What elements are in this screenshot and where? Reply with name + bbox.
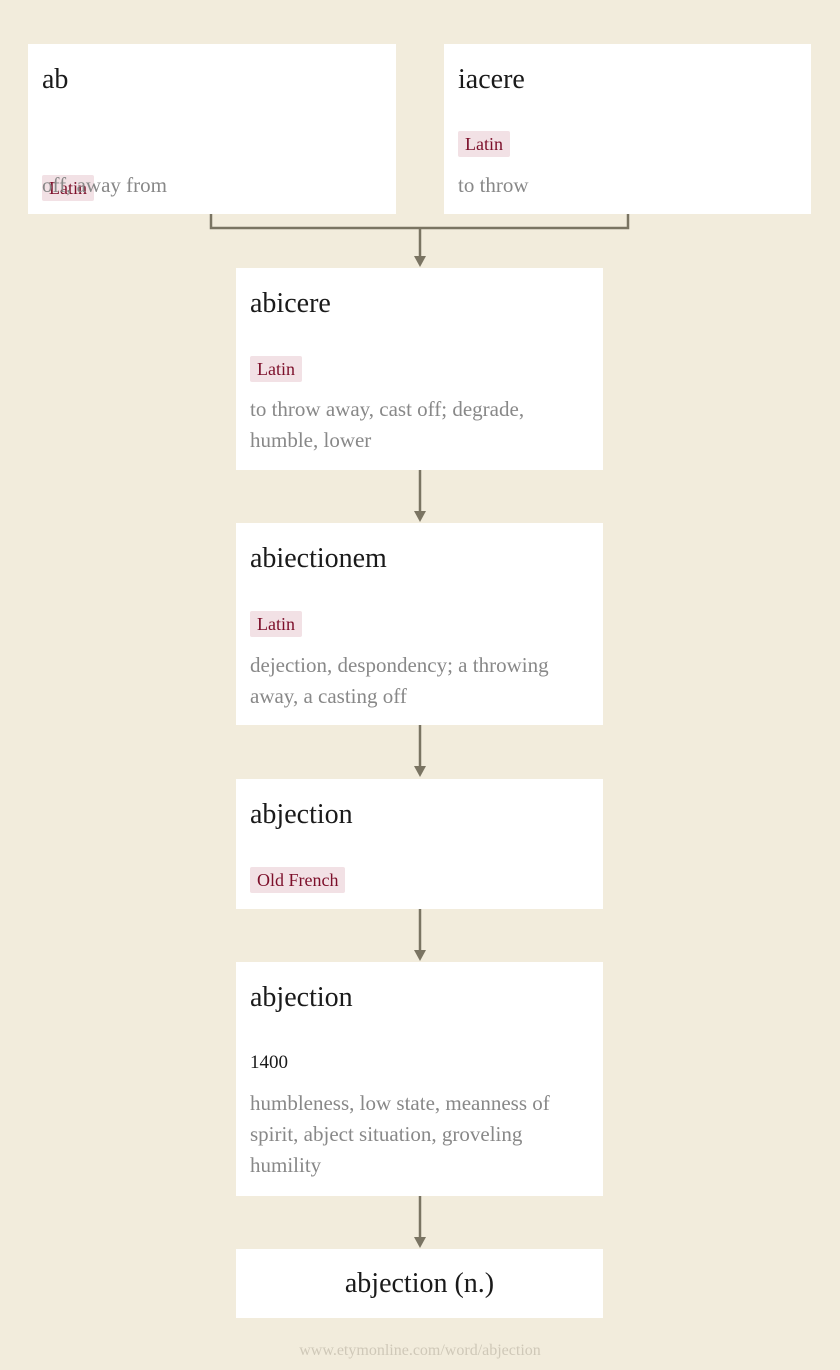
arrowhead-icon: [414, 950, 426, 961]
arrowhead-icon: [414, 511, 426, 522]
language-badge: Latin: [250, 611, 302, 637]
final-word: abjection (n.): [344, 1267, 495, 1299]
source-url: www.etymonline.com/word/abjection: [299, 1342, 541, 1359]
node-word: abicere: [250, 288, 331, 319]
node-word: abjection: [250, 799, 353, 830]
node-gloss: off, away from: [42, 173, 167, 197]
etymology-node-final: abjection (n.): [236, 1249, 603, 1318]
node-word: ab: [42, 64, 69, 95]
node-word: iacere: [458, 64, 525, 95]
etymology-node-iacere: iacere Latin to throw: [444, 44, 811, 214]
language-badge: Latin: [250, 356, 302, 382]
node-year: 1400: [250, 1052, 288, 1073]
node-gloss: dejection, despondency; a throwing away,…: [250, 653, 549, 708]
language-badge: Old French: [250, 867, 346, 893]
arrowhead-icon: [414, 1237, 426, 1248]
node-word: abiectionem: [250, 543, 387, 574]
etymology-node-abiectionem: abiectionem Latin dejection, despondency…: [236, 523, 603, 725]
etymology-node-abjection-1400: abjection 1400 humbleness, low state, me…: [236, 962, 603, 1196]
etymology-node-abjection-old-french: abjection Old French: [236, 779, 603, 909]
node-gloss: to throw away, cast off; degrade, humble…: [250, 397, 525, 452]
arrowhead-icon: [414, 766, 426, 777]
etymology-node-abicere: abicere Latin to throw away, cast off; d…: [236, 268, 603, 470]
language-badge: Latin: [458, 131, 510, 157]
node-word: abjection: [250, 982, 353, 1013]
arrowhead-icon: [414, 256, 426, 267]
etymology-node-ab: ab Latin off, away from: [28, 44, 396, 214]
node-gloss: to throw: [458, 173, 529, 197]
merge-connector: [209, 214, 630, 230]
node-gloss: humbleness, low state, meanness of spiri…: [250, 1091, 550, 1177]
